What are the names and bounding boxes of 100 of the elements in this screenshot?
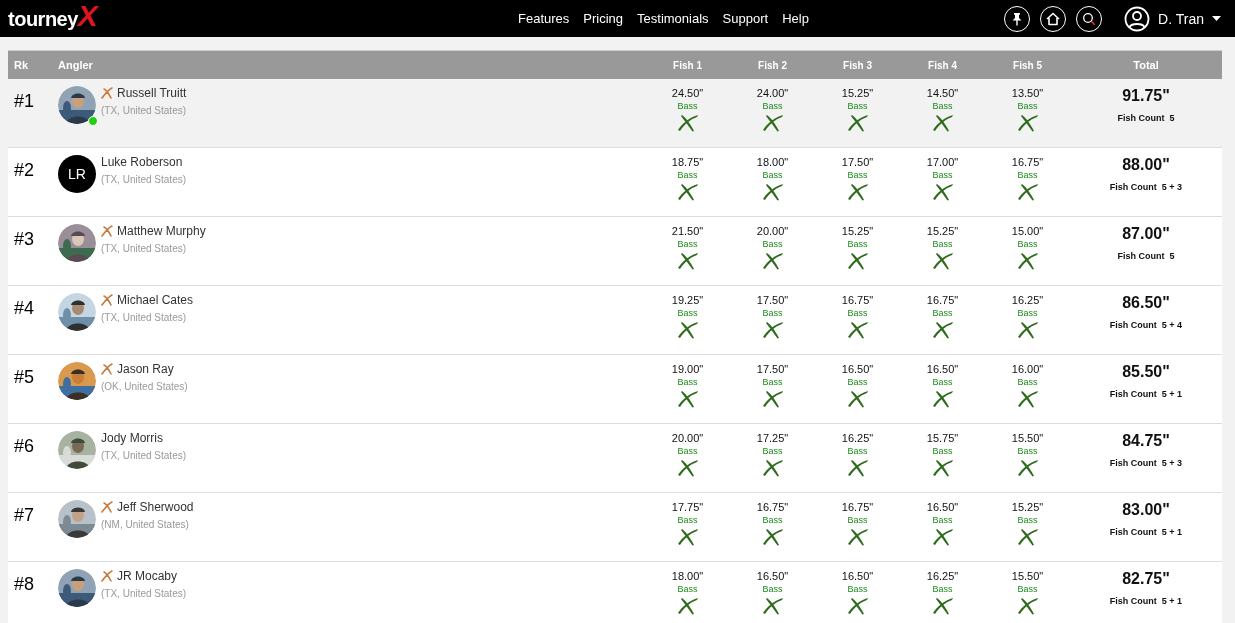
rank-number: #1 — [14, 91, 35, 112]
verified-x-icon[interactable] — [761, 112, 784, 132]
verified-x-icon[interactable] — [846, 181, 869, 201]
angler-name[interactable]: Michael Cates — [117, 293, 194, 307]
fish-species: Bass — [847, 239, 868, 249]
caret-icon[interactable] — [1212, 15, 1221, 22]
verified-x-icon[interactable] — [1016, 181, 1039, 201]
fish-count-label: Fish Count — [1109, 389, 1157, 399]
verified-x-icon[interactable] — [676, 595, 699, 615]
rank-number: #8 — [14, 574, 35, 595]
angler-name[interactable]: Jason Ray — [117, 362, 174, 376]
rank-number: #5 — [14, 367, 35, 388]
verified-x-icon[interactable] — [931, 319, 954, 339]
verified-x-icon[interactable] — [931, 181, 954, 201]
verified-x-icon[interactable] — [931, 457, 954, 477]
rank-number: #7 — [14, 505, 35, 526]
verified-x-icon[interactable] — [1016, 112, 1039, 132]
verified-x-icon[interactable] — [931, 526, 954, 546]
fish-length: 13.50" — [1011, 87, 1044, 99]
verified-x-icon[interactable] — [761, 595, 784, 615]
fish-species: Bass — [762, 308, 783, 318]
fish-species: Bass — [932, 170, 953, 180]
fish-length: 17.50" — [756, 294, 789, 306]
fish-length: 15.00" — [1011, 225, 1044, 237]
verified-x-icon[interactable] — [676, 250, 699, 270]
angler-name[interactable]: Matthew Murphy — [117, 224, 206, 238]
verified-x-icon[interactable] — [676, 388, 699, 408]
verified-x-icon[interactable] — [676, 457, 699, 477]
nav-link[interactable]: Help — [782, 11, 809, 26]
verified-x-icon[interactable] — [761, 526, 784, 546]
nav-link[interactable]: Support — [722, 11, 769, 26]
verified-x-icon[interactable] — [931, 388, 954, 408]
fish-species: Bass — [847, 515, 868, 525]
fish-species: Bass — [847, 446, 868, 456]
column-header: Fish 1 — [672, 59, 703, 71]
verified-x-icon[interactable] — [846, 457, 869, 477]
fish-length: 20.00" — [756, 225, 789, 237]
rank-number: #4 — [14, 298, 35, 319]
column-header: Rk — [13, 59, 30, 71]
logo[interactable]: tourneyX — [8, 6, 518, 31]
fish-count-value: 5 + 1 — [1161, 527, 1183, 537]
fish-length: 18.75" — [671, 156, 704, 168]
fish-species: Bass — [762, 239, 783, 249]
fish-length: 17.00" — [926, 156, 959, 168]
avatar[interactable]: LR — [58, 155, 96, 193]
verified-x-icon[interactable] — [761, 388, 784, 408]
fish-species: Bass — [932, 584, 953, 594]
verified-x-icon[interactable] — [676, 181, 699, 201]
nav-link[interactable]: Features — [518, 11, 570, 26]
verified-x-icon[interactable] — [931, 595, 954, 615]
verified-x-icon[interactable] — [1016, 250, 1039, 270]
fish-species: Bass — [677, 377, 698, 387]
verified-x-icon[interactable] — [1016, 526, 1039, 546]
fish-length: 14.50" — [926, 87, 959, 99]
verified-x-icon[interactable] — [761, 250, 784, 270]
fish-species: Bass — [1017, 446, 1038, 456]
verified-x-icon[interactable] — [1016, 319, 1039, 339]
nav-link[interactable]: Testimonials — [637, 11, 709, 26]
angler-name[interactable]: Jeff Sherwood — [117, 500, 194, 514]
verified-x-icon[interactable] — [676, 319, 699, 339]
verified-x-icon[interactable] — [761, 319, 784, 339]
verified-x-icon[interactable] — [846, 388, 869, 408]
verified-x-icon[interactable] — [761, 457, 784, 477]
fish-length: 24.00" — [756, 87, 789, 99]
total-length: 84.75" — [1122, 432, 1170, 450]
nav-link[interactable]: Pricing — [583, 11, 624, 26]
fish-species: Bass — [1017, 239, 1038, 249]
total-length: 85.50" — [1122, 363, 1170, 381]
angler-name[interactable]: Jody Morris — [101, 431, 163, 445]
verified-x-icon[interactable] — [846, 250, 869, 270]
angler-name[interactable]: JR Mocaby — [117, 569, 178, 583]
total-length: 91.75" — [1122, 87, 1170, 105]
fish-length: 15.25" — [841, 225, 874, 237]
verified-x-icon[interactable] — [846, 112, 869, 132]
fish-length: 16.50" — [756, 570, 789, 582]
rank-number: #3 — [14, 229, 35, 250]
verified-x-icon[interactable] — [931, 250, 954, 270]
verified-x-icon[interactable] — [676, 112, 699, 132]
verified-x-icon[interactable] — [846, 595, 869, 615]
fish-species: Bass — [932, 308, 953, 318]
fish-species: Bass — [932, 515, 953, 525]
leaderboard-row[interactable]: #1 Russell Truitt (TX, United States) 24.50" Bass 24.00" Bass 15.25" Bass 14.50" Bass 13.50" Bass 91.75" Fish Count 5 — [8, 79, 1222, 148]
fish-species: Bass — [677, 515, 698, 525]
fish-length: 17.50" — [841, 156, 874, 168]
user-icon[interactable] — [1124, 5, 1151, 32]
fish-species: Bass — [762, 101, 783, 111]
verified-x-icon[interactable] — [931, 112, 954, 132]
angler-location: (NM, United States) — [101, 519, 190, 530]
verified-x-icon[interactable] — [846, 526, 869, 546]
verified-x-icon[interactable] — [1016, 388, 1039, 408]
verified-x-icon[interactable] — [846, 319, 869, 339]
verified-x-icon[interactable] — [761, 181, 784, 201]
verified-x-icon[interactable] — [676, 526, 699, 546]
fish-length: 16.75" — [841, 294, 874, 306]
verified-x-icon[interactable] — [1016, 457, 1039, 477]
user-menu[interactable]: D. Tran — [1124, 5, 1221, 32]
angler-name[interactable]: Russell Truitt — [117, 86, 187, 100]
angler-name[interactable]: Luke Roberson — [101, 155, 183, 169]
verified-x-icon[interactable] — [1016, 595, 1039, 615]
fish-length: 16.75" — [841, 501, 874, 513]
